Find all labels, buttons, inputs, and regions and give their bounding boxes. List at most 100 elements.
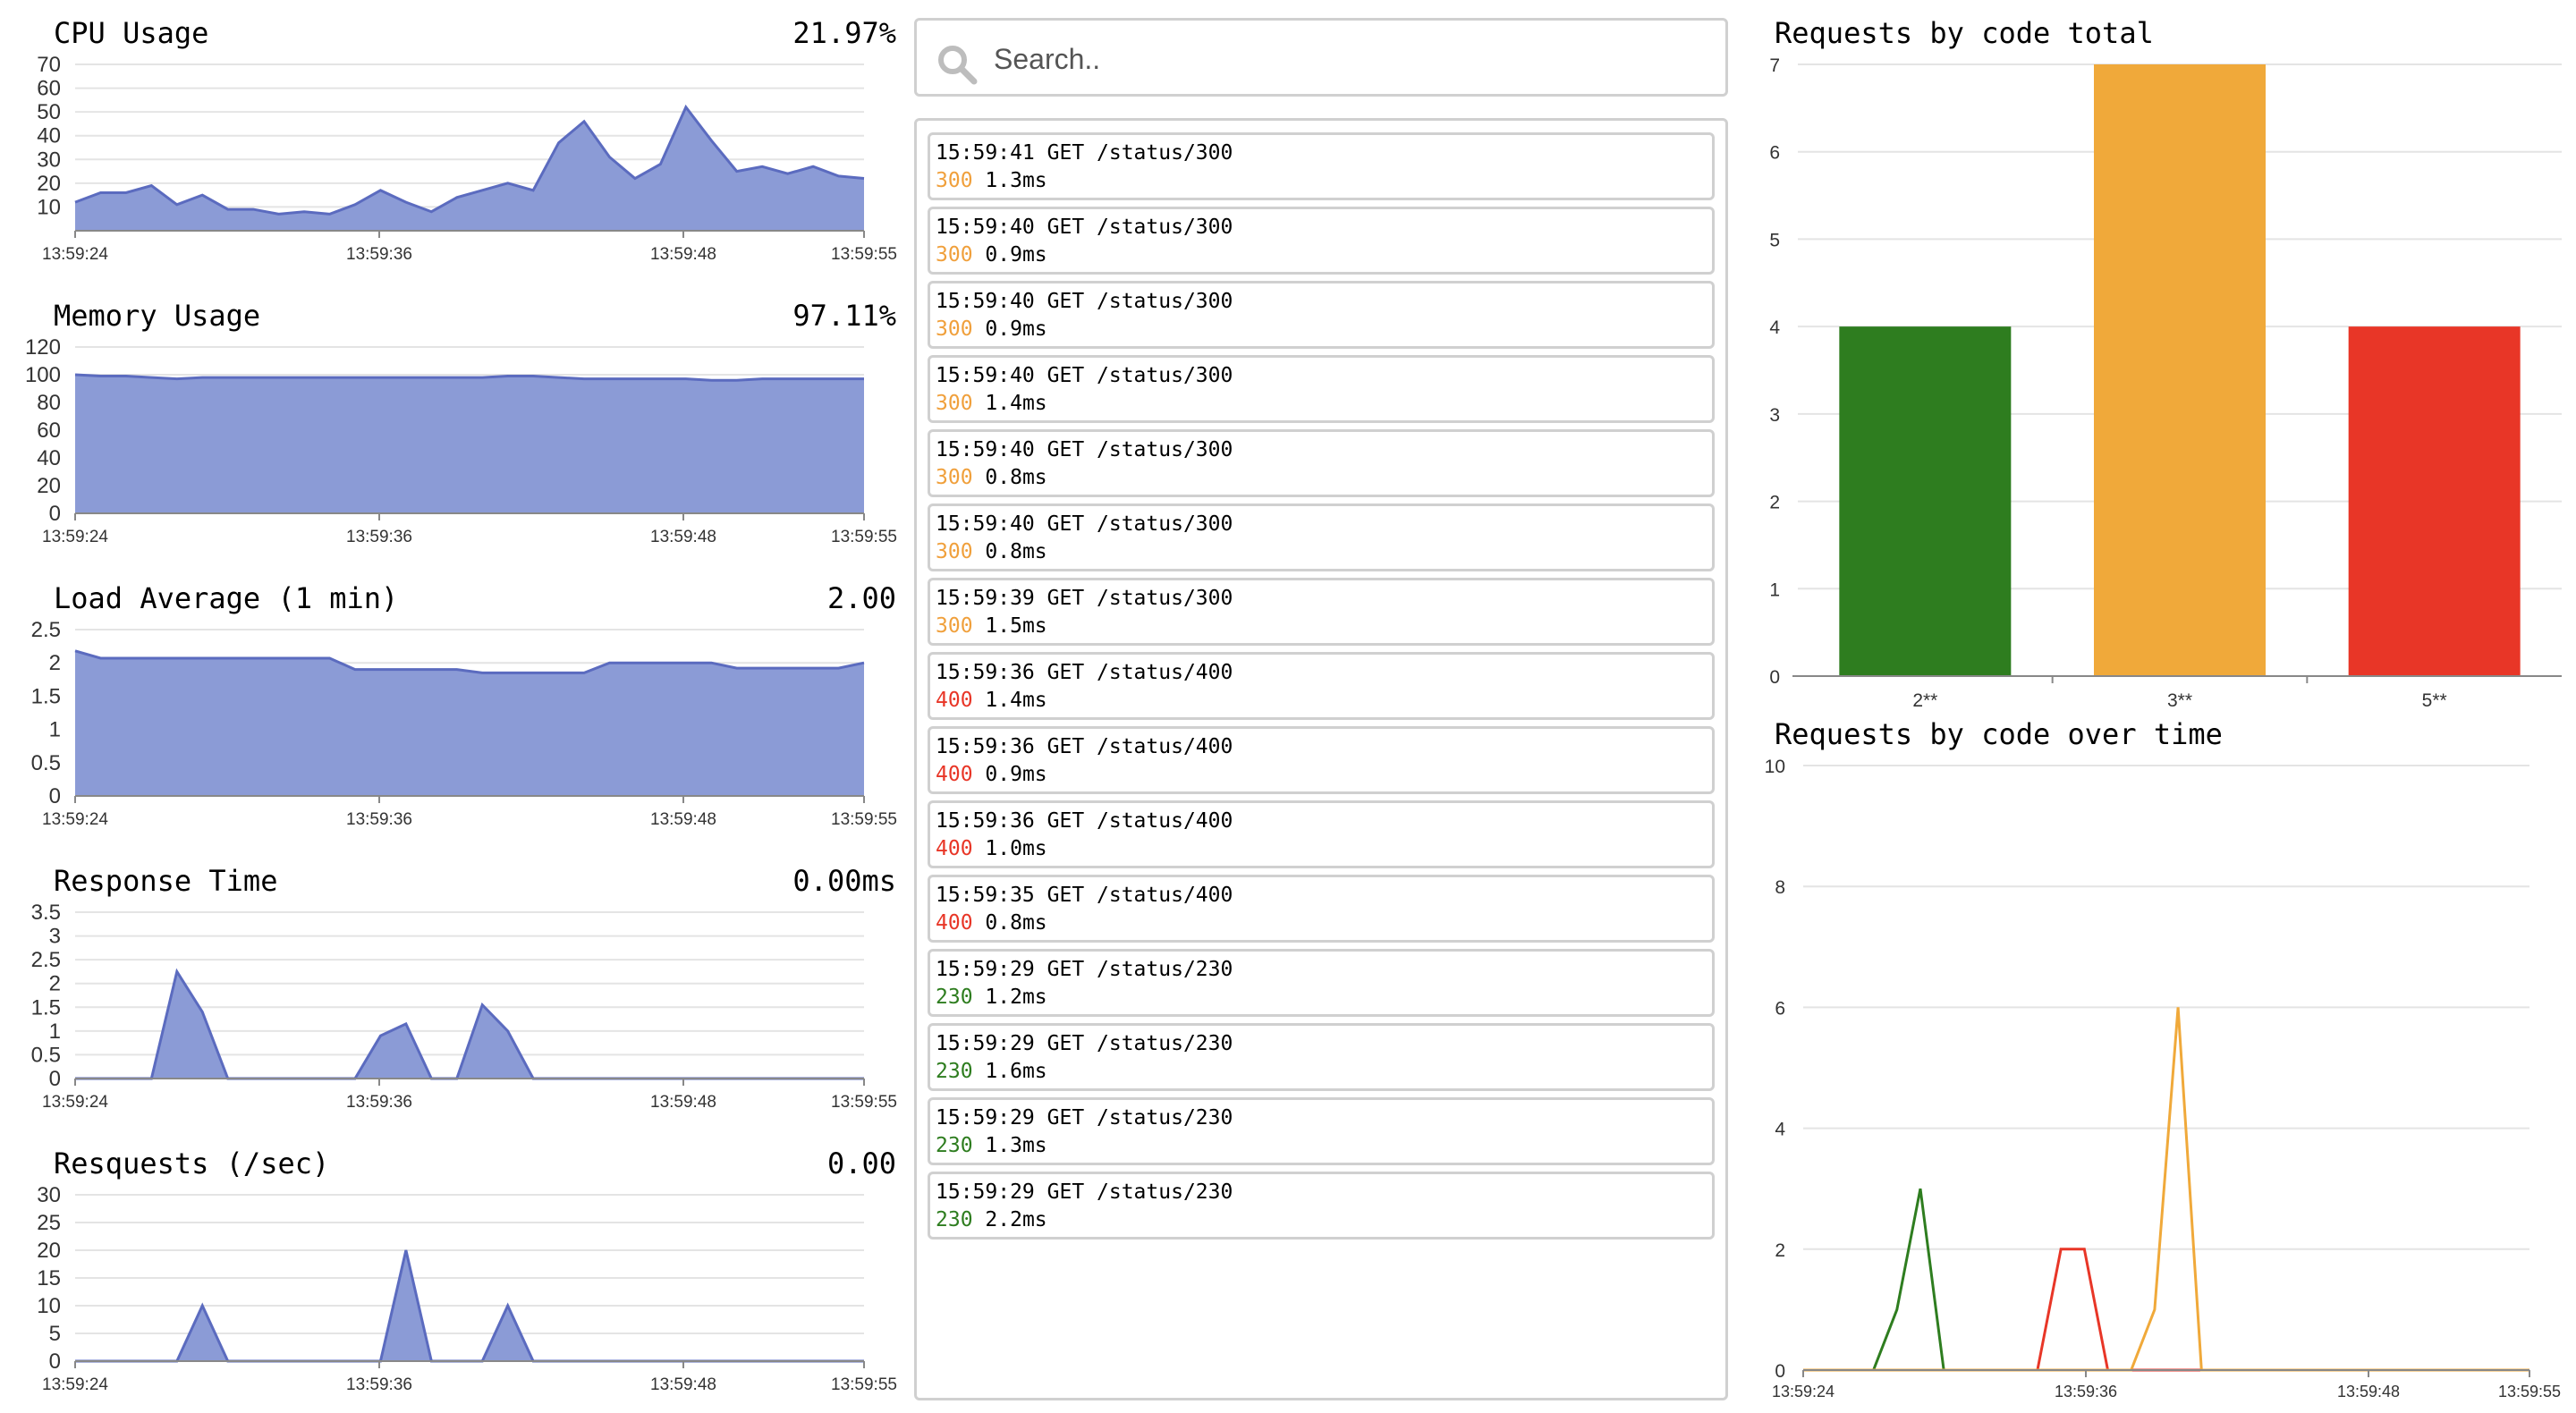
response-time: 2.2ms	[985, 1208, 1047, 1231]
y-tick-label: 2	[49, 651, 61, 675]
x-tick-label: 3**	[2167, 690, 2192, 706]
y-tick-label: 40	[37, 446, 61, 470]
y-tick-label: 2.5	[31, 618, 61, 642]
x-tick-label: 13:59:36	[346, 810, 412, 829]
status-code: 230	[936, 1060, 973, 1083]
y-tick-label: 0.5	[31, 1043, 61, 1067]
y-tick-label: 7	[1769, 55, 1780, 76]
y-tick-label: 0.5	[31, 751, 61, 775]
y-tick-label: 0	[49, 784, 61, 808]
log-request-line: 15:59:35 GET /status/400	[936, 884, 1233, 907]
y-tick-label: 3	[1769, 405, 1780, 426]
area-fill	[75, 650, 864, 796]
log-request-line: 15:59:40 GET /status/300	[936, 364, 1233, 387]
status-code: 300	[936, 317, 973, 341]
status-code: 230	[936, 1208, 973, 1231]
request-log-list[interactable]: 15:59:41 GET /status/300 300 1.3ms 15:59…	[914, 118, 1728, 1400]
area-fill	[75, 375, 864, 513]
x-tick-label: 13:59:36	[2055, 1383, 2117, 1400]
y-tick-label: 50	[37, 100, 61, 124]
y-tick-label: 5	[1769, 230, 1780, 250]
status-code: 400	[936, 837, 973, 860]
log-entry[interactable]: 15:59:40 GET /status/300 300 0.9ms	[928, 281, 1715, 349]
x-tick-label: 13:59:55	[2498, 1383, 2561, 1400]
x-tick-label: 2**	[1912, 690, 1937, 706]
log-entry[interactable]: 15:59:40 GET /status/300 300 0.8ms	[928, 503, 1715, 571]
log-entry[interactable]: 15:59:40 GET /status/300 300 0.8ms	[928, 429, 1715, 497]
series-line-0	[1803, 1188, 2529, 1372]
response-time: 0.8ms	[985, 466, 1047, 489]
status-code: 400	[936, 911, 973, 935]
x-tick-label: 13:59:24	[42, 1093, 108, 1112]
status-code: 400	[936, 763, 973, 786]
y-tick-label: 2	[49, 972, 61, 996]
y-tick-label: 2.5	[31, 948, 61, 972]
response-time: 0.9ms	[985, 317, 1047, 341]
log-entry[interactable]: 15:59:35 GET /status/400 400 0.8ms	[928, 875, 1715, 943]
log-entry[interactable]: 15:59:36 GET /status/400 400 1.0ms	[928, 800, 1715, 868]
y-tick-label: 60	[37, 419, 61, 443]
log-entry[interactable]: 15:59:29 GET /status/230 230 1.6ms	[928, 1023, 1715, 1091]
log-request-line: 15:59:40 GET /status/300	[936, 438, 1233, 461]
status-code: 300	[936, 169, 973, 192]
y-tick-label: 20	[37, 1239, 61, 1263]
y-tick-label: 15	[37, 1266, 61, 1290]
requests-by-code-total-chart: 7 6 5 4 3 2 1 0 2** 3** 5**	[1769, 55, 2562, 706]
bar-2**	[1839, 326, 2012, 676]
y-tick-label: 1	[49, 1020, 61, 1044]
y-tick-label: 0	[49, 1350, 61, 1374]
y-tick-label: 80	[37, 391, 61, 415]
area-fill	[75, 971, 864, 1079]
bar-5**	[2348, 326, 2521, 676]
memory-usage-panel: Memory Usage 97.11% 120 100 80 60 40 20 0 13:59…	[0, 283, 903, 565]
y-tick-label: 3.5	[31, 901, 61, 925]
log-entry[interactable]: 15:59:29 GET /status/230 230 2.2ms	[928, 1172, 1715, 1240]
log-entry[interactable]: 15:59:29 GET /status/230 230 1.2ms	[928, 949, 1715, 1017]
search-box[interactable]	[914, 18, 1728, 97]
response-time: 1.2ms	[985, 986, 1047, 1009]
cpu-usage-chart: 70605040302010 13:59:24 13:59:36 13:59:48 13…	[37, 53, 897, 264]
y-tick-label: 6	[1775, 998, 1785, 1019]
x-tick-label: 13:59:24	[42, 1375, 108, 1394]
log-entry[interactable]: 15:59:29 GET /status/230 230 1.3ms	[928, 1097, 1715, 1165]
status-code: 300	[936, 540, 973, 563]
log-request-line: 15:59:39 GET /status/300	[936, 587, 1233, 610]
response-time: 1.4ms	[985, 689, 1047, 712]
x-tick-label: 13:59:36	[346, 1093, 412, 1112]
log-entry[interactable]: 15:59:40 GET /status/300 300 0.9ms	[928, 207, 1715, 275]
log-entry[interactable]: 15:59:41 GET /status/300 300 1.3ms	[928, 132, 1715, 200]
y-tick-label: 30	[37, 148, 61, 172]
y-tick-label: 0	[49, 1067, 61, 1091]
x-tick-label: 13:59:55	[831, 810, 897, 829]
x-tick-label: 13:59:36	[346, 1375, 412, 1394]
log-request-line: 15:59:29 GET /status/230	[936, 958, 1233, 981]
response-time: 1.3ms	[985, 1134, 1047, 1157]
log-entry[interactable]: 15:59:36 GET /status/400 400 0.9ms	[928, 726, 1715, 794]
cpu-usage-panel: CPU Usage 21.97% 70 60 50 40 30 20 10 13:59:24 1…	[0, 0, 903, 283]
x-tick-label: 13:59:24	[42, 528, 108, 546]
x-tick-label: 13:59:55	[831, 1375, 897, 1394]
log-request-line: 15:59:41 GET /status/300	[936, 141, 1233, 165]
x-tick-label: 13:59:48	[650, 245, 716, 264]
y-tick-label: 70	[37, 53, 61, 77]
x-tick-label: 13:59:48	[2337, 1383, 2400, 1400]
y-tick-label: 10	[37, 1294, 61, 1318]
status-code: 300	[936, 392, 973, 415]
y-tick-label: 2	[1769, 493, 1780, 513]
log-entry[interactable]: 15:59:39 GET /status/300 300 1.5ms	[928, 578, 1715, 646]
x-tick-label: 13:59:36	[346, 528, 412, 546]
response-time: 1.4ms	[985, 392, 1047, 415]
x-tick-label: 13:59:48	[650, 1375, 716, 1394]
status-code: 230	[936, 986, 973, 1009]
x-tick-label: 13:59:48	[650, 810, 716, 829]
search-input[interactable]	[992, 33, 1711, 85]
status-code: 400	[936, 689, 973, 712]
x-tick-label: 13:59:48	[650, 1093, 716, 1112]
load-average-chart: 2.5 2 1.5 1 0.5 0 13:59:24 13:59:36 13:59:48 13:5…	[31, 618, 897, 829]
y-tick-label: 4	[1769, 317, 1780, 338]
log-entry[interactable]: 15:59:40 GET /status/300 300 1.4ms	[928, 355, 1715, 423]
y-tick-label: 0	[1769, 667, 1780, 688]
x-tick-label: 13:59:55	[831, 528, 897, 546]
log-entry[interactable]: 15:59:36 GET /status/400 400 1.4ms	[928, 652, 1715, 720]
y-tick-label: 2	[1775, 1240, 1785, 1261]
